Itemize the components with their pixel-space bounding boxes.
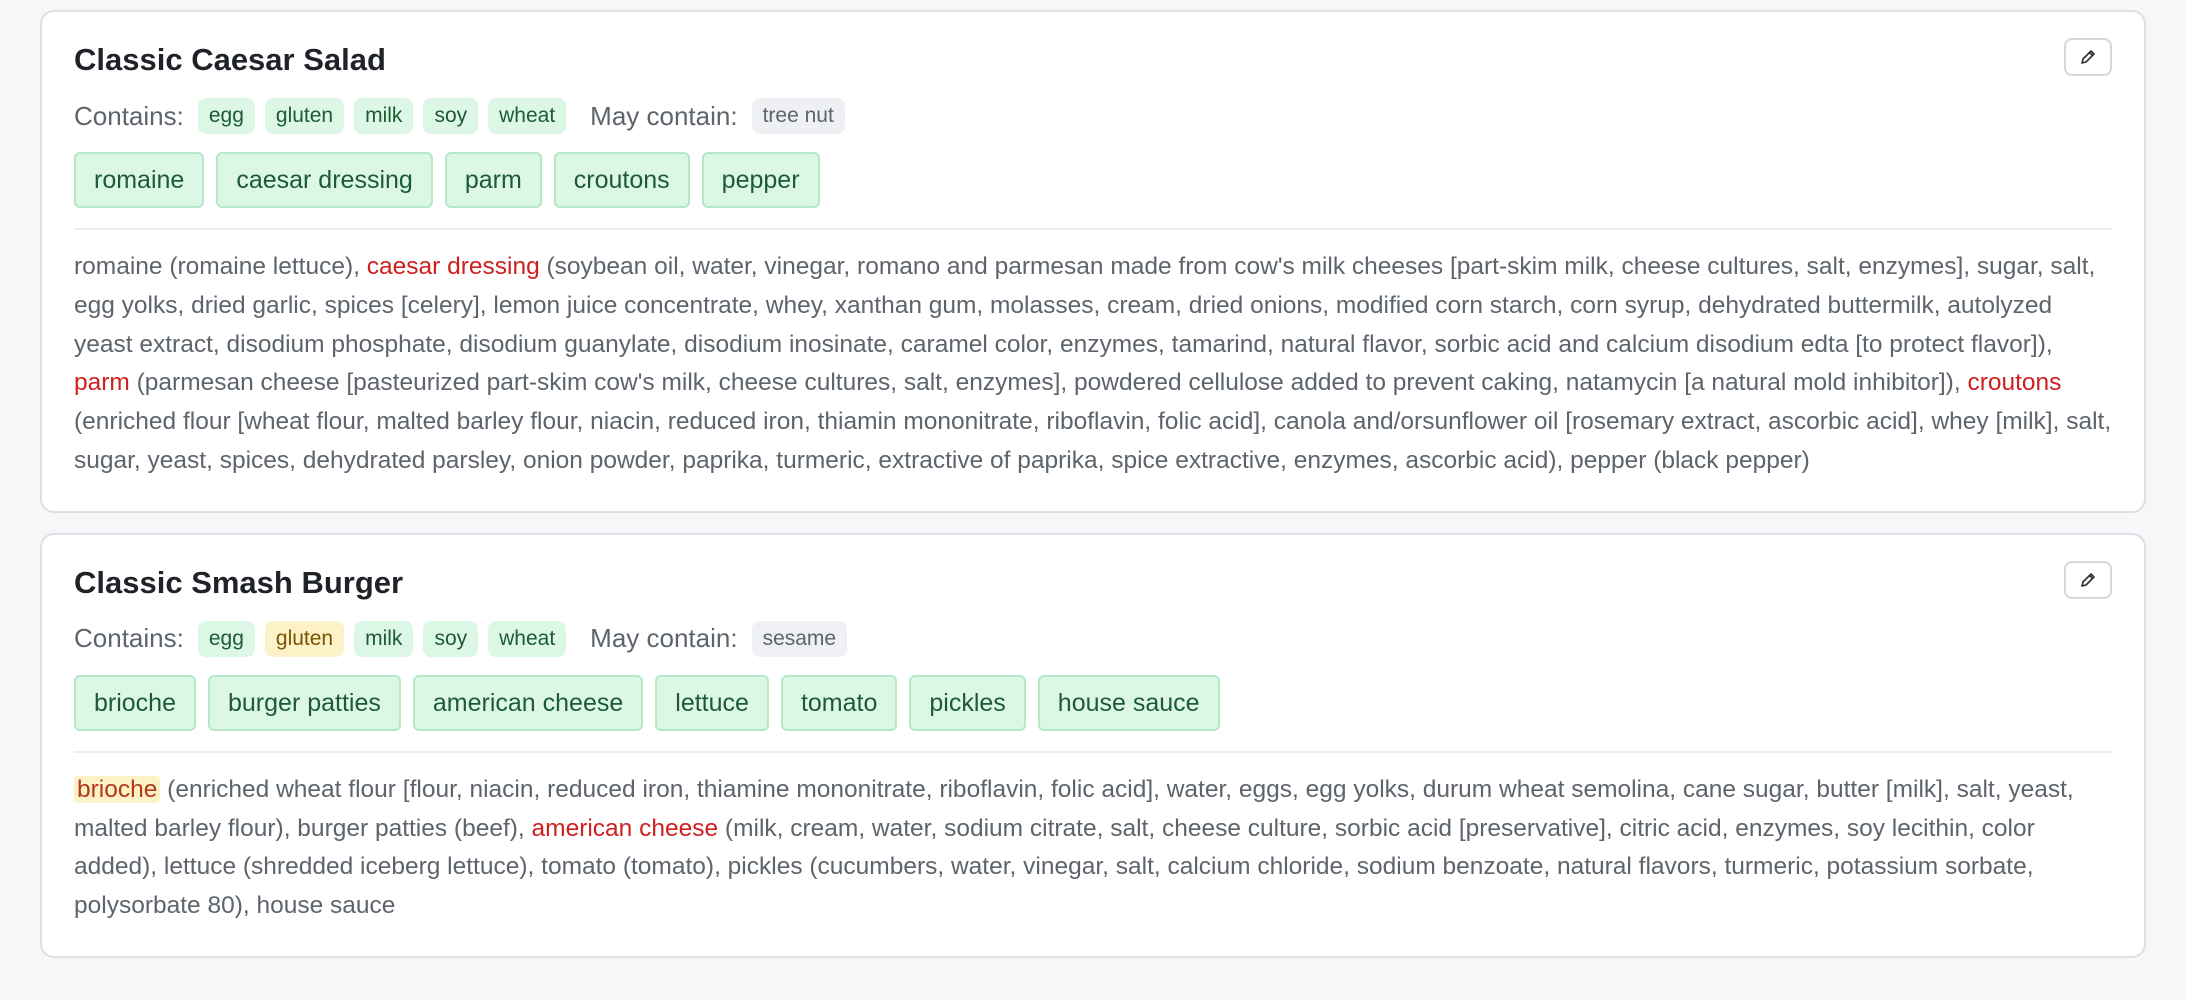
recipe-list: Classic Caesar Salad Contains: egg gluten…	[0, 0, 2186, 958]
ingredients-text: romaine (romaine lettuce), caesar dressi…	[74, 248, 2112, 481]
allergen-chip-soy: soy	[423, 620, 479, 657]
highlighted-ingredient: croutons	[1967, 369, 2062, 397]
ingredient-pill-lettuce[interactable]: lettuce	[655, 674, 769, 731]
ingredients-text-segment: romaine (romaine lettuce),	[74, 253, 367, 280]
allergen-chip-gluten: gluten	[264, 98, 345, 134]
recipe-title: Classic Caesar Salad	[74, 42, 386, 77]
allergen-chip-soy: soy	[423, 98, 479, 134]
ingredients-text-segment: (parmesan cheese [pasteurized part-skim …	[129, 369, 1968, 397]
ingredient-pill-american-cheese[interactable]: american cheese	[412, 674, 644, 731]
ingredient-pill-pickles[interactable]: pickles	[909, 674, 1026, 731]
ingredient-pill-romaine[interactable]: romaine	[74, 152, 205, 208]
allergen-row: Contains: egg gluten milk soy wheat May cont…	[74, 620, 2112, 657]
contains-label: Contains:	[74, 100, 184, 131]
ingredient-pill-row: brioche burger patties american cheese lett…	[74, 674, 2112, 753]
ingredient-pill-row: romaine caesar dressing parm croutons pepper	[74, 152, 2112, 230]
edit-button[interactable]	[2064, 560, 2112, 599]
highlighted-ingredient: american cheese	[531, 814, 719, 842]
ingredient-pill-croutons[interactable]: croutons	[553, 152, 690, 208]
recipe-card: Classic Smash Burger Contains: egg gluten…	[40, 532, 2146, 958]
pencil-icon	[2081, 572, 2095, 587]
recipe-title: Classic Smash Burger	[74, 564, 404, 600]
ingredient-pill-pepper[interactable]: pepper	[701, 152, 820, 208]
highlighted-ingredient: parm	[74, 369, 130, 397]
allergen-chip-wheat: wheat	[488, 98, 567, 134]
highlighted-ingredient: brioche	[74, 775, 161, 803]
may-contain-label: May contain:	[590, 623, 738, 654]
allergen-chip-egg: egg	[197, 620, 255, 657]
edit-button[interactable]	[2064, 38, 2112, 76]
ingredient-pill-brioche[interactable]: brioche	[74, 674, 196, 731]
allergen-chip-milk: milk	[354, 98, 414, 134]
ingredients-text: brioche (enriched wheat flour [flour, ni…	[74, 771, 2112, 926]
may-contain-chip-tree-nut: tree nut	[751, 98, 845, 134]
recipe-card: Classic Caesar Salad Contains: egg gluten…	[40, 10, 2146, 513]
pencil-icon	[2081, 50, 2095, 64]
allergen-row: Contains: egg gluten milk soy wheat May cont…	[74, 98, 2112, 134]
ingredient-pill-caesar-dressing[interactable]: caesar dressing	[216, 152, 433, 208]
ingredients-text-segment: (enriched flour [wheat flour, malted bar…	[74, 408, 2112, 474]
may-contain-label: May contain:	[590, 100, 738, 131]
highlighted-ingredient: caesar dressing	[366, 253, 540, 280]
allergen-chip-milk: milk	[354, 620, 414, 657]
may-contain-chip-sesame: sesame	[751, 620, 848, 657]
contains-label: Contains:	[74, 623, 184, 654]
allergen-chip-wheat: wheat	[488, 620, 567, 657]
ingredient-pill-parm[interactable]: parm	[444, 152, 542, 208]
ingredient-pill-house-sauce[interactable]: house sauce	[1037, 674, 1220, 731]
ingredient-pill-burger-patties[interactable]: burger patties	[208, 674, 401, 731]
allergen-chip-gluten: gluten	[264, 620, 345, 657]
ingredient-pill-tomato[interactable]: tomato	[780, 674, 898, 731]
allergen-chip-egg: egg	[197, 98, 255, 134]
